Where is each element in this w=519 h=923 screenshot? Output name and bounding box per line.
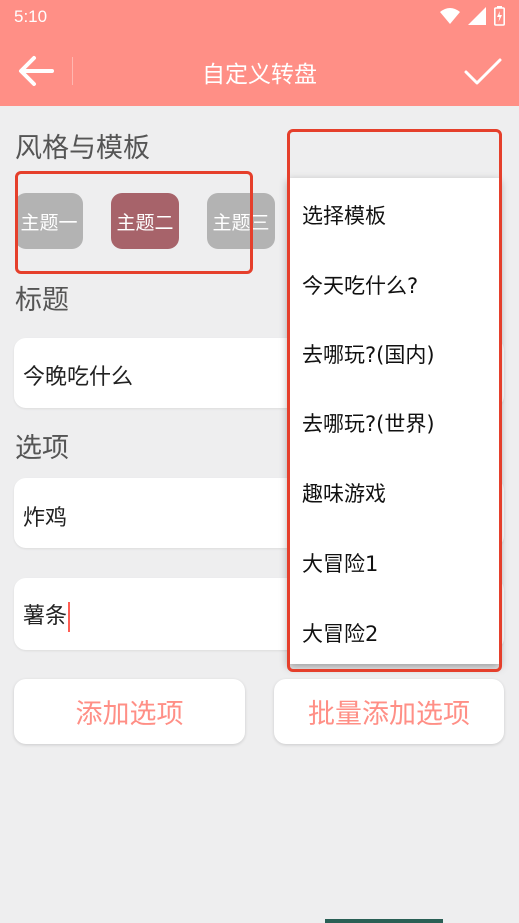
option-value-2: 薯条: [23, 604, 68, 629]
dropdown-item-where-domestic[interactable]: 去哪玩?(国内): [302, 339, 435, 369]
battery-icon: [494, 6, 505, 26]
title-input-value: 今晚吃什么: [23, 365, 134, 390]
dropdown-item-select-template[interactable]: 选择模板: [302, 200, 386, 230]
batch-add-options-button[interactable]: 批量添加选项: [274, 679, 504, 744]
theme-button-2[interactable]: 主题二: [111, 193, 179, 249]
dropdown-item-adventure-2[interactable]: 大冒险2: [302, 618, 378, 648]
theme-button-3[interactable]: 主题三: [207, 193, 275, 249]
option-value-2-wrap: 薯条: [23, 598, 71, 632]
options-section-title: 选项: [15, 433, 69, 464]
theme-button-1[interactable]: 主题一: [15, 193, 83, 249]
wifi-icon: [440, 8, 460, 24]
status-bar: 5:10: [0, 0, 519, 35]
option-value-1: 炸鸡: [23, 506, 68, 531]
dropdown-item-what-to-eat[interactable]: 今天吃什么?: [302, 270, 418, 300]
dropdown-item-adventure-1[interactable]: 大冒险1: [302, 548, 378, 578]
app-bar: 自定义转盘: [0, 35, 519, 106]
dropdown-item-fun-games[interactable]: 趣味游戏: [302, 478, 386, 508]
text-cursor: [68, 602, 71, 632]
status-icons: [440, 6, 505, 26]
title-section-title: 标题: [15, 285, 69, 316]
template-dropdown-menu: 选择模板 今天吃什么? 去哪玩?(国内) 去哪玩?(世界) 趣味游戏 大冒险1 …: [288, 178, 500, 664]
page-title: 自定义转盘: [202, 62, 317, 88]
style-section-title: 风格与模板: [15, 133, 150, 164]
add-option-button[interactable]: 添加选项: [14, 679, 245, 744]
bottom-indicator: [325, 919, 443, 923]
dropdown-item-where-world[interactable]: 去哪玩?(世界): [302, 408, 435, 438]
signal-icon: [468, 7, 486, 25]
confirm-check-icon[interactable]: [461, 49, 505, 93]
status-time: 5:10: [14, 7, 48, 26]
